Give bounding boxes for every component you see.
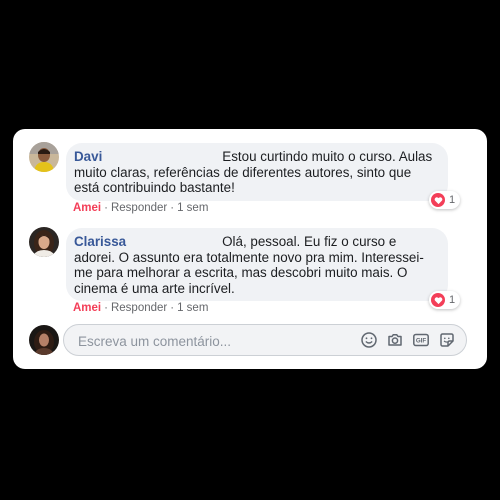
comment-bubble: Davi Estou curtindo muito o curso. Aulas … [66, 143, 448, 201]
reaction-count: 1 [449, 194, 456, 206]
comment-actions: Amei · Responder · 1 sem [73, 202, 208, 214]
reply-link[interactable]: Responder [111, 202, 167, 214]
gif-icon[interactable]: GIF [412, 331, 430, 349]
reaction-count: 1 [449, 294, 456, 306]
separator-dot: · [104, 302, 108, 314]
timestamp-link[interactable]: 1 sem [177, 302, 208, 314]
separator-dot: · [104, 202, 108, 214]
separator-dot: · [170, 302, 175, 314]
comment-author[interactable]: Davi [74, 149, 102, 164]
comment-composer: GIF [63, 324, 467, 356]
heart-icon [431, 193, 445, 207]
composer-avatar [29, 325, 59, 355]
avatar-davi[interactable] [29, 142, 59, 172]
reply-link[interactable]: Responder [111, 302, 167, 314]
comment-text: Olá, pessoal. Eu fiz o curso e adorei. O… [74, 234, 424, 296]
timestamp-link[interactable]: 1 sem [177, 202, 208, 214]
avatar-clarissa[interactable] [29, 227, 59, 257]
reaction-badge[interactable]: 1 [429, 291, 461, 309]
heart-icon [431, 293, 445, 307]
comment-text: Estou curtindo muito o curso. Aulas muit… [74, 149, 433, 195]
comment-bubble: Clarissa Olá, pessoal. Eu fiz o curso e a… [66, 228, 448, 301]
camera-icon[interactable] [386, 331, 404, 349]
comments-card: Davi Estou curtindo muito o curso. Aulas … [13, 129, 487, 369]
comment-author[interactable]: Clarissa [74, 234, 126, 249]
reaction-badge[interactable]: 1 [429, 191, 461, 209]
svg-text:GIF: GIF [416, 338, 427, 345]
comment-actions: Amei · Responder · 1 sem [73, 302, 208, 314]
sticker-icon[interactable] [438, 331, 456, 349]
love-link[interactable]: Amei [73, 202, 101, 214]
emoji-icon[interactable] [360, 331, 378, 349]
love-link[interactable]: Amei [73, 302, 101, 314]
separator-dot: · [170, 202, 175, 214]
comment-input[interactable] [76, 331, 350, 351]
